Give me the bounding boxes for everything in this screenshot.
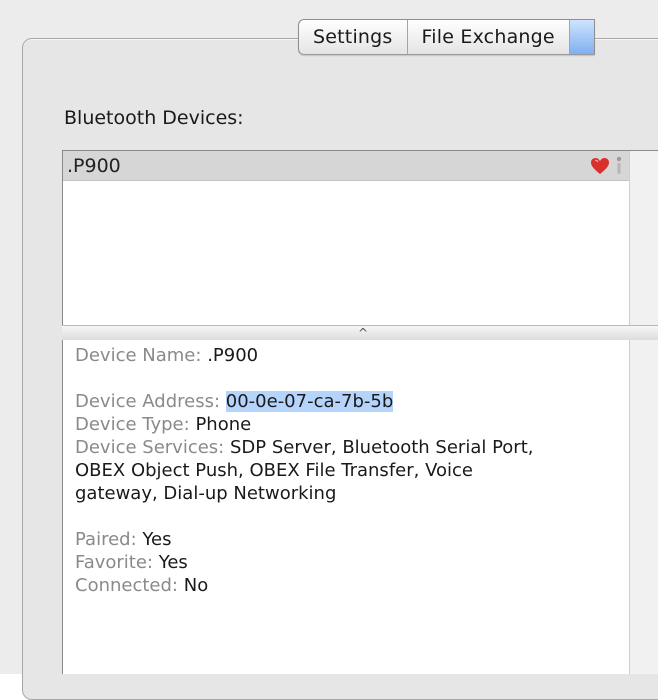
device-type-label: Device Type: — [75, 414, 190, 435]
paired-line: Paired: Yes — [75, 528, 625, 551]
device-details-pane: Device Name: .P900 Device Address: 00-0e… — [62, 340, 658, 674]
paired-value: Yes — [142, 529, 172, 550]
device-type-value: Phone — [195, 414, 252, 435]
connected-value: No — [183, 575, 209, 596]
device-services-value-2: OBEX Object Push, OBEX File Transfer, Vo… — [75, 460, 473, 481]
device-name-line: Device Name: .P900 — [75, 344, 625, 367]
device-list[interactable]: .P900 — [62, 150, 658, 327]
info-icon[interactable] — [614, 156, 624, 176]
tab-file-exchange[interactable]: File Exchange — [408, 20, 570, 54]
connected-label: Connected: — [75, 575, 178, 596]
device-row-name: .P900 — [67, 154, 121, 177]
bluetooth-devices-label: Bluetooth Devices: — [64, 107, 244, 129]
device-name-value: .P900 — [207, 345, 259, 366]
device-address-line: Device Address: 00-0e-07-ca-7b-5b — [75, 390, 625, 413]
tab-bar: Settings File Exchange — [298, 19, 595, 55]
tab-settings[interactable]: Settings — [299, 20, 408, 54]
bluetooth-preferences-window: Settings File Exchange Bluetooth Devices… — [0, 0, 658, 700]
device-services-line: Device Services: SDP Server, Bluetooth S… — [75, 436, 625, 459]
list-item[interactable]: .P900 — [63, 151, 629, 181]
connected-line: Connected: No — [75, 574, 625, 597]
details-scrollbar[interactable] — [629, 340, 658, 674]
device-address-value[interactable]: 00-0e-07-ca-7b-5b — [225, 391, 394, 412]
favorite-label: Favorite: — [75, 552, 153, 573]
heart-icon — [591, 158, 609, 174]
device-name-label: Device Name: — [75, 345, 202, 366]
splitter-handle-icon[interactable]: ^ — [358, 327, 368, 339]
device-services-value-3: gateway, Dial-up Networking — [75, 483, 337, 504]
device-services-label: Device Services: — [75, 437, 225, 458]
splitter-bar[interactable]: ^ — [62, 325, 658, 341]
device-services-value-1: SDP Server, Bluetooth Serial Port, — [229, 437, 534, 458]
favorite-line: Favorite: Yes — [75, 551, 625, 574]
device-details-text: Device Name: .P900 Device Address: 00-0e… — [75, 344, 625, 597]
paired-label: Paired: — [75, 529, 137, 550]
tab-selected-partial[interactable] — [569, 20, 594, 54]
favorite-value: Yes — [158, 552, 188, 573]
device-address-label: Device Address: — [75, 391, 221, 412]
device-type-line: Device Type: Phone — [75, 413, 625, 436]
list-scrollbar[interactable] — [629, 151, 658, 326]
